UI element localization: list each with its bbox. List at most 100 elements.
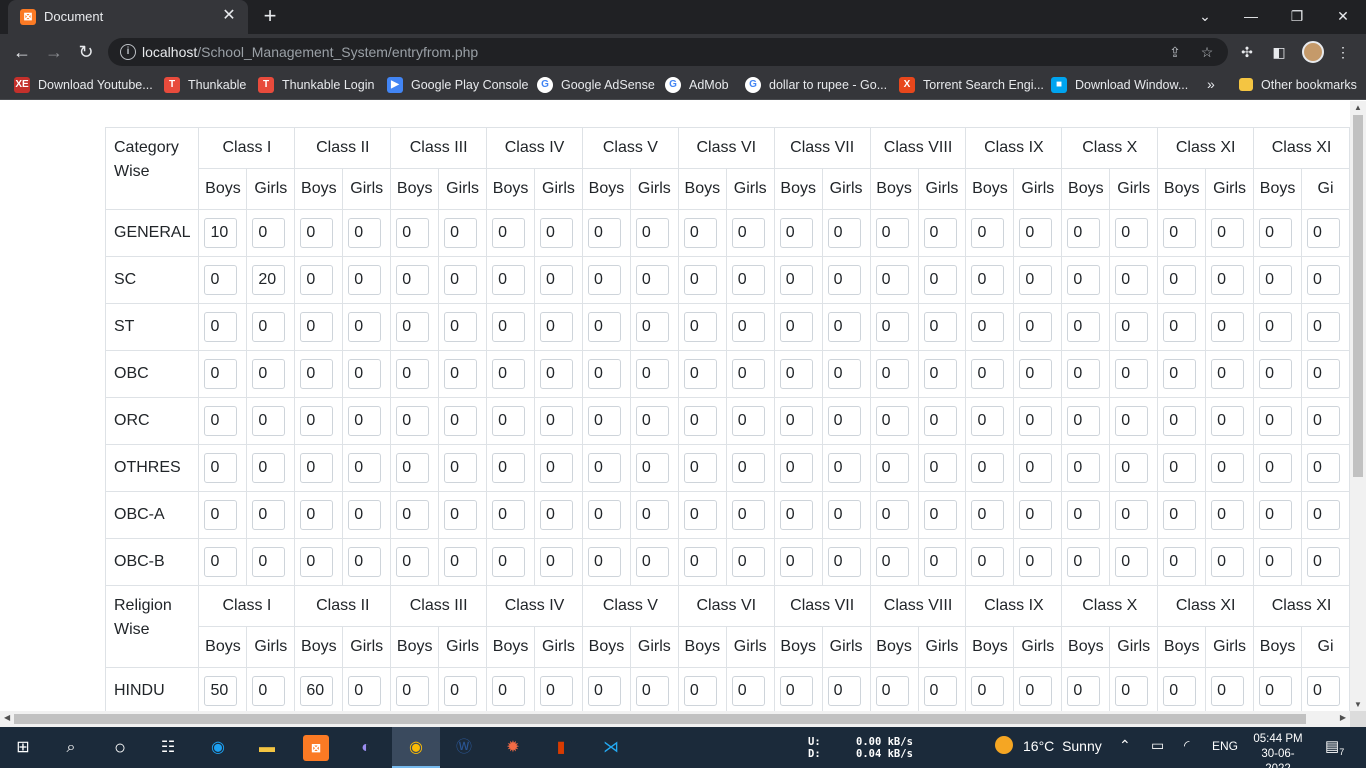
girls-count-input[interactable]: 0 xyxy=(252,676,286,706)
boys-count-input[interactable]: 0 xyxy=(1259,312,1293,342)
boys-count-input[interactable]: 0 xyxy=(683,500,717,530)
girls-count-input[interactable]: 0 xyxy=(923,547,957,577)
girls-count-input[interactable]: 0 xyxy=(635,359,669,389)
girls-count-input[interactable]: 0 xyxy=(444,453,478,483)
boys-count-input[interactable]: 0 xyxy=(1163,500,1197,530)
forward-arrow-icon[interactable]: → xyxy=(43,41,65,63)
girls-count-input[interactable]: 0 xyxy=(348,218,382,248)
girls-count-input[interactable]: 0 xyxy=(635,265,669,295)
boys-count-input[interactable]: 0 xyxy=(779,547,813,577)
bookmark-item[interactable]: Gdollar to rupee - Go... xyxy=(745,76,887,94)
close-window-button[interactable]: ✕ xyxy=(1331,5,1355,27)
boys-count-input[interactable]: 0 xyxy=(396,218,430,248)
girls-count-input[interactable]: 0 xyxy=(540,500,574,530)
boys-count-input[interactable]: 0 xyxy=(683,312,717,342)
boys-count-input[interactable]: 0 xyxy=(1259,676,1293,706)
girls-count-input[interactable]: 0 xyxy=(635,676,669,706)
boys-count-input[interactable]: 0 xyxy=(204,359,238,389)
boys-count-input[interactable]: 0 xyxy=(587,547,621,577)
weather-widget[interactable]: 16°C Sunny xyxy=(995,736,1102,756)
girls-count-input[interactable]: 0 xyxy=(348,453,382,483)
girls-count-input[interactable]: 0 xyxy=(1019,312,1053,342)
task-view-icon[interactable]: ☷ xyxy=(155,735,181,761)
girls-count-input[interactable]: 0 xyxy=(444,265,478,295)
edge-icon[interactable]: ◉ xyxy=(205,735,231,761)
cortana-icon[interactable]: ○ xyxy=(107,735,133,761)
girls-count-input[interactable]: 0 xyxy=(540,676,574,706)
girls-count-input[interactable]: 0 xyxy=(827,547,861,577)
boys-count-input[interactable]: 0 xyxy=(683,547,717,577)
girls-count-input[interactable]: 0 xyxy=(731,359,765,389)
girls-count-input[interactable]: 0 xyxy=(1115,218,1149,248)
girls-count-input[interactable]: 0 xyxy=(1019,406,1053,436)
boys-count-input[interactable]: 0 xyxy=(1163,676,1197,706)
side-panel-icon[interactable]: ◧ xyxy=(1269,42,1289,62)
bookmark-item[interactable]: T Thunkable xyxy=(164,76,246,94)
boys-count-input[interactable]: 0 xyxy=(779,218,813,248)
boys-count-input[interactable]: 10 xyxy=(204,218,238,248)
boys-count-input[interactable]: 0 xyxy=(971,218,1005,248)
boys-count-input[interactable]: 0 xyxy=(396,676,430,706)
girls-count-input[interactable]: 0 xyxy=(1307,676,1341,706)
chrome-icon[interactable]: ◉ xyxy=(403,735,429,761)
girls-count-input[interactable]: 0 xyxy=(1211,676,1245,706)
girls-count-input[interactable]: 0 xyxy=(731,676,765,706)
girls-count-input[interactable]: 0 xyxy=(1211,406,1245,436)
boys-count-input[interactable]: 0 xyxy=(683,218,717,248)
boys-count-input[interactable]: 0 xyxy=(587,500,621,530)
girls-count-input[interactable]: 0 xyxy=(635,312,669,342)
search-icon[interactable]: ⌕ xyxy=(58,735,84,761)
boys-count-input[interactable]: 0 xyxy=(300,547,334,577)
girls-count-input[interactable]: 0 xyxy=(731,312,765,342)
girls-count-input[interactable]: 0 xyxy=(731,500,765,530)
girls-count-input[interactable]: 0 xyxy=(1211,453,1245,483)
bookmark-item[interactable]: T Thunkable Login xyxy=(258,76,374,94)
girls-count-input[interactable]: 0 xyxy=(1019,676,1053,706)
girls-count-input[interactable]: 0 xyxy=(348,500,382,530)
boys-count-input[interactable]: 0 xyxy=(875,453,909,483)
postman-icon[interactable]: ✹ xyxy=(500,735,526,761)
girls-count-input[interactable]: 0 xyxy=(540,218,574,248)
boys-count-input[interactable]: 0 xyxy=(1163,359,1197,389)
girls-count-input[interactable]: 0 xyxy=(827,312,861,342)
boys-count-input[interactable]: 0 xyxy=(779,359,813,389)
reload-icon[interactable]: ↻ xyxy=(75,41,97,63)
girls-count-input[interactable]: 0 xyxy=(1019,265,1053,295)
boys-count-input[interactable]: 0 xyxy=(875,406,909,436)
boys-count-input[interactable]: 0 xyxy=(587,406,621,436)
share-icon[interactable]: ⇪ xyxy=(1166,43,1184,61)
boys-count-input[interactable]: 0 xyxy=(1067,453,1101,483)
boys-count-input[interactable]: 0 xyxy=(875,359,909,389)
boys-count-input[interactable]: 0 xyxy=(779,453,813,483)
boys-count-input[interactable]: 0 xyxy=(1067,676,1101,706)
girls-count-input[interactable]: 0 xyxy=(1211,359,1245,389)
boys-count-input[interactable]: 0 xyxy=(779,265,813,295)
boys-count-input[interactable]: 0 xyxy=(1163,265,1197,295)
boys-count-input[interactable]: 0 xyxy=(300,500,334,530)
eclipse-icon[interactable]: ◐ xyxy=(353,735,379,761)
boys-count-input[interactable]: 0 xyxy=(396,406,430,436)
boys-count-input[interactable]: 0 xyxy=(492,359,526,389)
boys-count-input[interactable]: 0 xyxy=(492,500,526,530)
girls-count-input[interactable]: 0 xyxy=(827,676,861,706)
extensions-puzzle-icon[interactable]: ✣ xyxy=(1237,42,1257,62)
boys-count-input[interactable]: 0 xyxy=(1067,500,1101,530)
girls-count-input[interactable]: 0 xyxy=(635,547,669,577)
boys-count-input[interactable]: 0 xyxy=(204,406,238,436)
scroll-up-arrow-icon[interactable]: ▲ xyxy=(1354,103,1362,112)
boys-count-input[interactable]: 0 xyxy=(1067,312,1101,342)
girls-count-input[interactable]: 0 xyxy=(1019,359,1053,389)
girls-count-input[interactable]: 0 xyxy=(252,547,286,577)
language-indicator[interactable]: ENG xyxy=(1212,739,1238,753)
girls-count-input[interactable]: 0 xyxy=(923,265,957,295)
boys-count-input[interactable]: 0 xyxy=(683,406,717,436)
girls-count-input[interactable]: 0 xyxy=(1211,218,1245,248)
restore-button[interactable]: ❐ xyxy=(1285,5,1309,27)
girls-count-input[interactable]: 0 xyxy=(635,406,669,436)
girls-count-input[interactable]: 0 xyxy=(635,453,669,483)
girls-count-input[interactable]: 0 xyxy=(923,453,957,483)
girls-count-input[interactable]: 0 xyxy=(1307,453,1341,483)
boys-count-input[interactable]: 0 xyxy=(300,359,334,389)
bookmark-item[interactable]: G Google AdSense xyxy=(537,76,655,94)
boys-count-input[interactable]: 0 xyxy=(300,406,334,436)
